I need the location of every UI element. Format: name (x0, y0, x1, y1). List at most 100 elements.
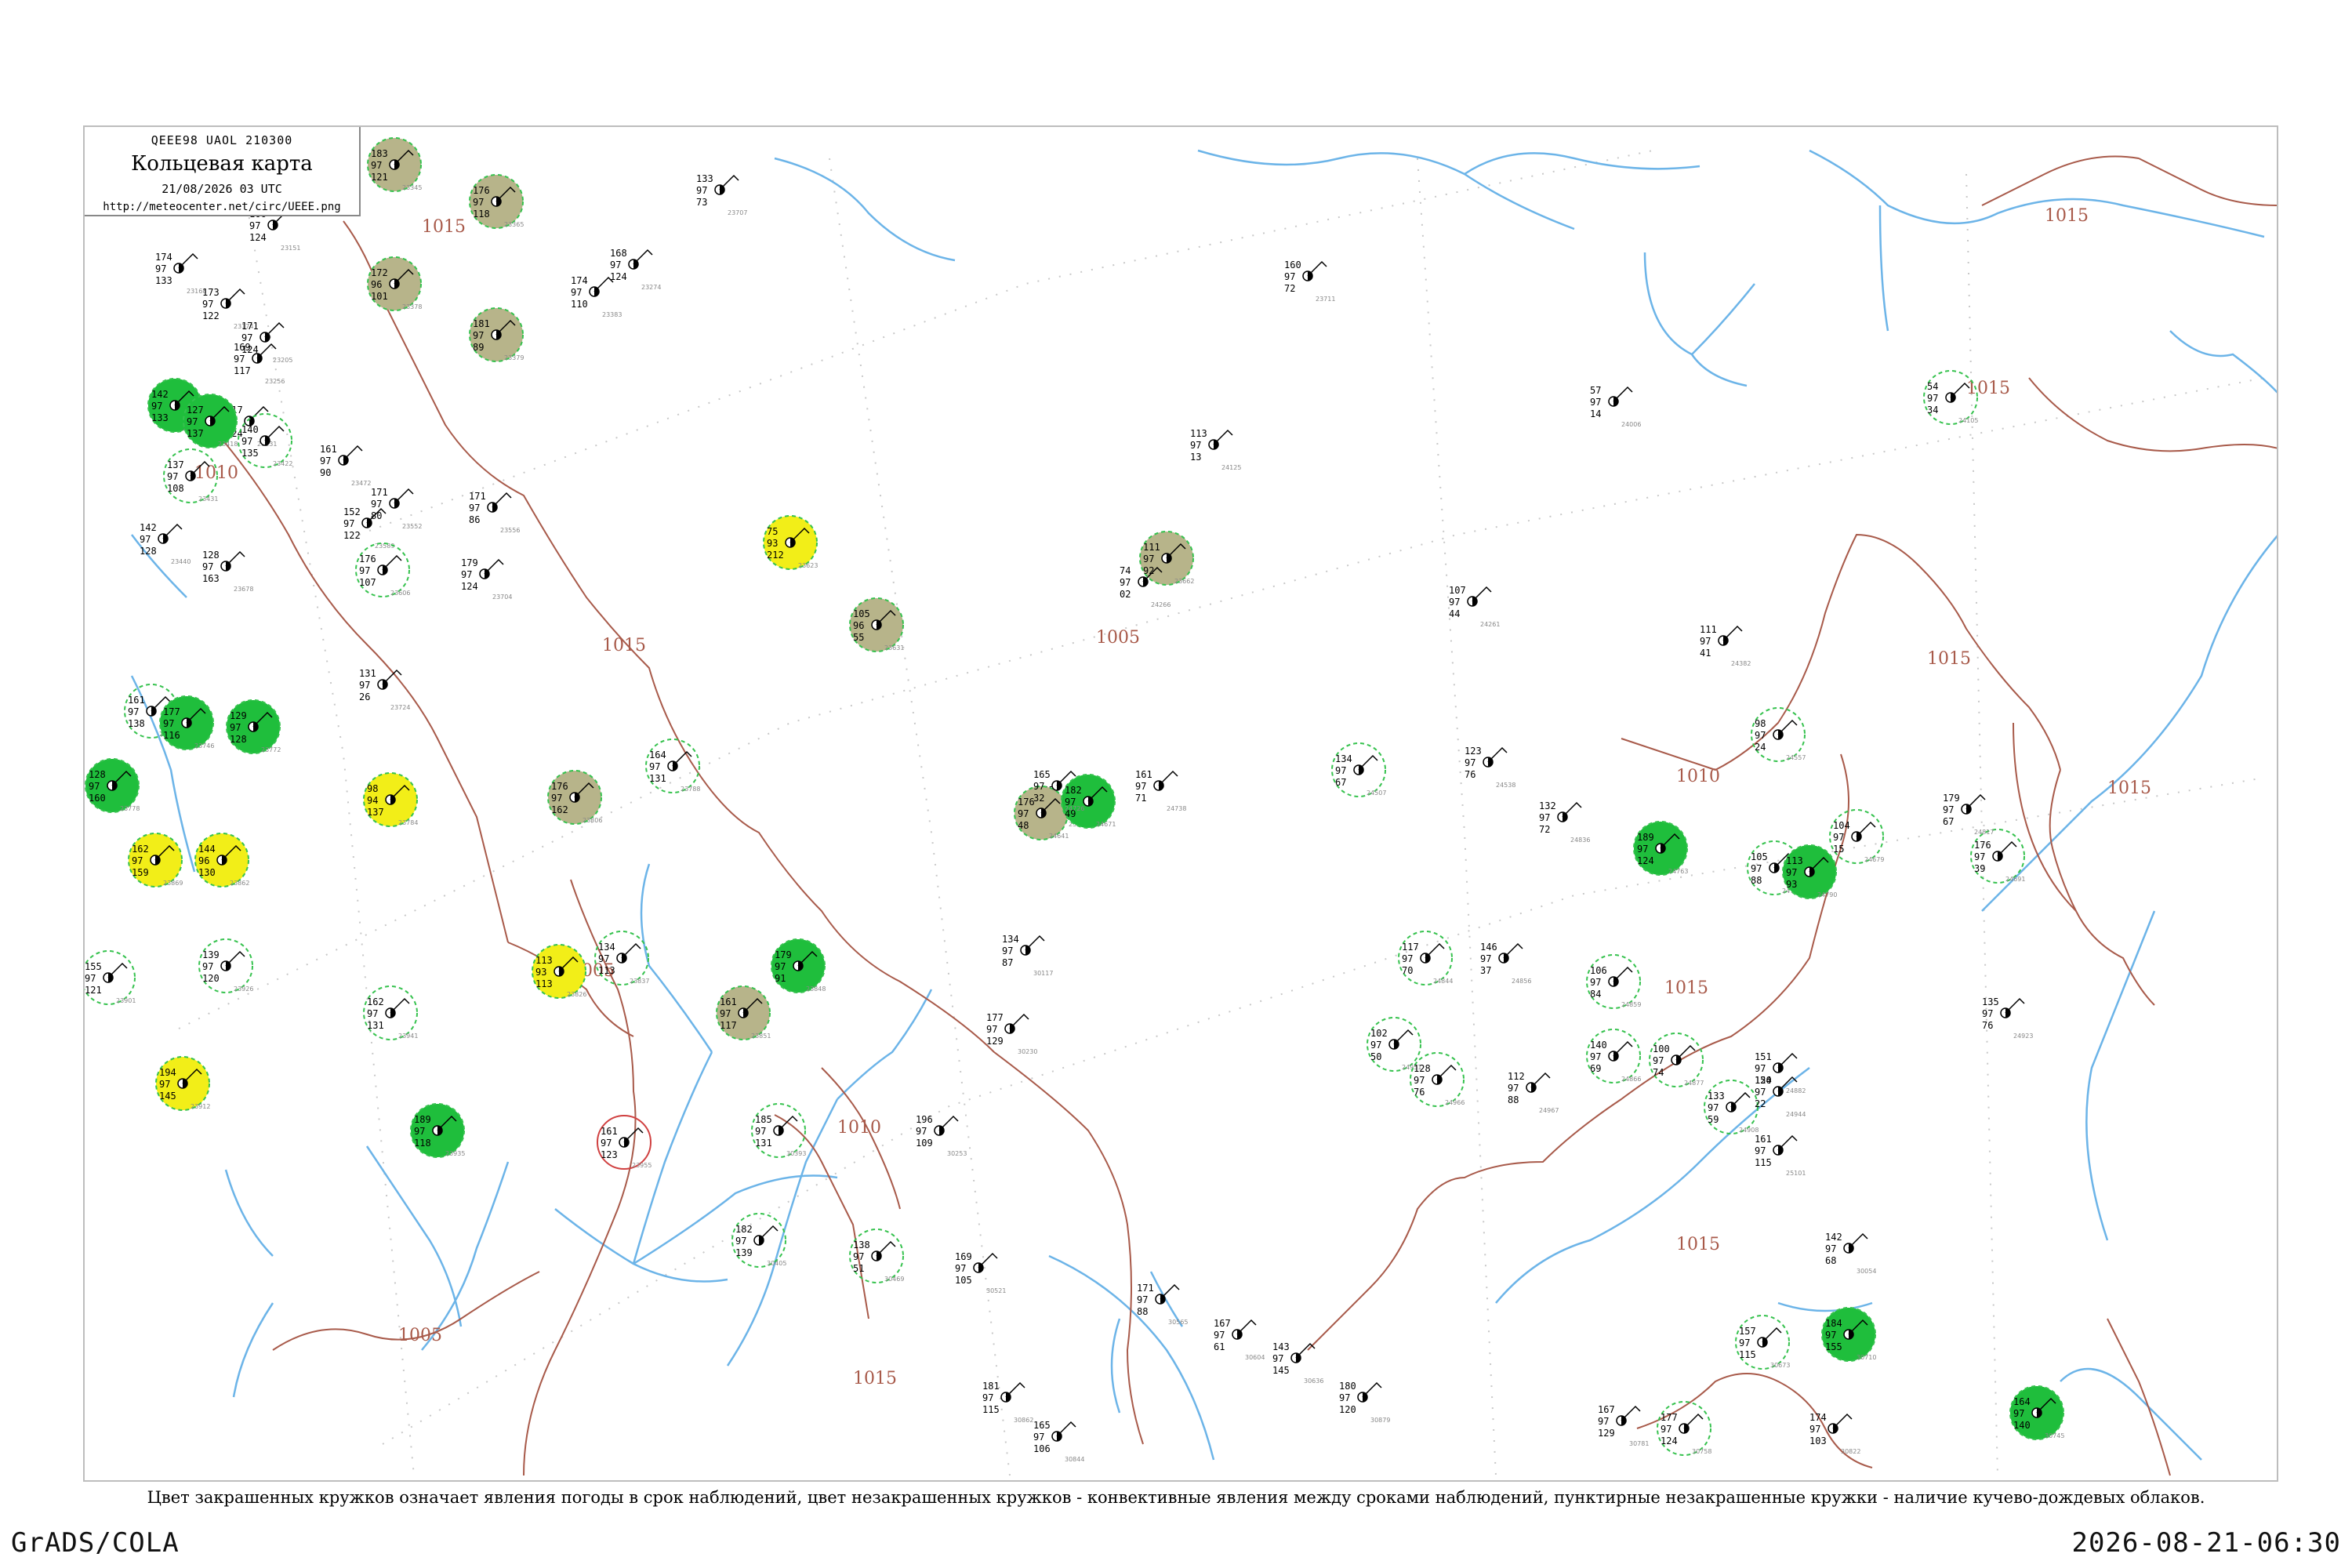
station-plot[interactable]: 17497103 30822 (1809, 1412, 1860, 1455)
station-plot[interactable]: 18497155 30710 (1821, 1307, 1876, 1362)
station-plot[interactable]: 17797129 30230 (986, 1012, 1037, 1055)
station-plot[interactable]: 1469737 24856 (1480, 942, 1531, 985)
station-plot[interactable]: 13997120 23926 (198, 938, 253, 993)
station-plot[interactable]: 16497140 30745 (2009, 1385, 2064, 1440)
station-value: 71 (1135, 793, 1146, 804)
station-plot[interactable]: 1389751 30469 (849, 1229, 904, 1283)
station-plot[interactable]: 17697162 23806 (547, 770, 602, 825)
station-plot[interactable]: 15597121 23901 (85, 950, 136, 1005)
station-plot[interactable]: 1139793 24790 (1782, 844, 1837, 899)
station-plot[interactable]: 18197115 30862 (982, 1381, 1033, 1424)
station-plot[interactable]: 17697118 23365 (469, 174, 524, 229)
station-index: 23862 (230, 880, 249, 887)
station-plot[interactable]: 15797115 30673 (1735, 1315, 1790, 1370)
station-value: 97 (89, 781, 100, 792)
station-value: 161 (1755, 1134, 1772, 1145)
station-plot[interactable]: 1339773 23707 (696, 173, 747, 216)
station-index: 23848 (806, 985, 826, 993)
station-plot[interactable]: 16197117 23851 (716, 985, 771, 1040)
station-plot[interactable]: 16597106 30844 (1033, 1420, 1084, 1463)
station-plot[interactable]: 1719780 23552 (371, 487, 422, 530)
station-plot[interactable]: 1679761 30604 (1214, 1318, 1265, 1361)
station-plot[interactable]: 1179770 24844 (1398, 931, 1453, 985)
station-plot[interactable]: 1319726 23724 (359, 668, 410, 711)
station-value: 145 (159, 1091, 176, 1102)
station-value: 97 (1598, 1416, 1609, 1427)
map-url[interactable]: http://meteocenter.net/circ/UEEE.png (85, 201, 359, 213)
station-plot[interactable]: 989724 24557 (1751, 707, 1806, 762)
station-plot[interactable]: 12997128 23772 (226, 699, 281, 754)
station-plot[interactable]: 14397145 30636 (1272, 1341, 1323, 1385)
station-plot[interactable]: 16197123 23955 (597, 1115, 652, 1170)
station-plot[interactable]: 1619790 23472 (320, 444, 371, 487)
station-index: 23851 (751, 1033, 771, 1040)
station-plot[interactable]: 1749713323168 (155, 252, 206, 295)
station-plot[interactable]: 14297128 23440 (140, 522, 191, 565)
station-plot[interactable]: 1349787 30117 (1002, 934, 1053, 977)
station-value: 176 (1974, 840, 1991, 851)
station-plot[interactable]: 16797129 30781 (1598, 1404, 1649, 1447)
station-plot[interactable]: 17797124 30758 (1657, 1401, 1711, 1456)
station-plot[interactable]: 18097120 30879 (1339, 1381, 1390, 1424)
station-plot[interactable]: 1799767 24817 (1943, 793, 1994, 836)
station-plot[interactable]: 14496130 23862 (194, 833, 249, 887)
wind-barb (1158, 770, 1178, 786)
station-plot[interactable]: 1009774 24877 (1649, 1033, 1704, 1087)
station-plot[interactable]: 1509722 24944 (1755, 1075, 1806, 1118)
station-plot[interactable]: 19497145 23912 (155, 1056, 210, 1111)
station-plot[interactable]: 1609772 23711 (1284, 260, 1335, 303)
station-plot[interactable]: 1139713 24125 (1190, 428, 1241, 471)
station-plot[interactable]: 16897124 23274 (610, 248, 661, 291)
station-plot[interactable]: 17697107 23606 (355, 543, 410, 597)
station-plot[interactable]: 1409769 24866 (1586, 1029, 1641, 1083)
station-plot[interactable]: 1119741 24382 (1700, 624, 1751, 667)
station-plot[interactable]: 17797116 23746 (159, 695, 214, 750)
station-plot[interactable]: 1129788 24967 (1508, 1071, 1559, 1114)
station-plot[interactable]: 1339759 24908 (1704, 1080, 1759, 1134)
station-plot[interactable]: 579714 24006 (1590, 385, 1641, 428)
station-plot[interactable]: 18397121 23345 (367, 137, 422, 192)
station-plot[interactable]: 11393113 23826 (532, 944, 586, 999)
station-plot[interactable]: 1239776 24538 (1465, 746, 1515, 789)
station-value: 67 (1335, 777, 1346, 788)
station-plot[interactable]: 16497131 23788 (645, 739, 700, 793)
station-plot[interactable]: 1429768 30054 (1825, 1232, 1876, 1275)
station-plot[interactable]: 182974924671 (1061, 774, 1116, 829)
station-value: 90 (320, 467, 331, 478)
station-value: 97 (151, 401, 162, 412)
station-plot[interactable]: 1719786 23556 (469, 491, 520, 534)
station-plot[interactable]: 17997124 23704 (461, 557, 512, 601)
station-plot[interactable]: 18997124 24763 (1633, 821, 1688, 876)
station-value: 97 (1974, 851, 1985, 862)
station-plot[interactable]: 9894137 23784 (363, 772, 418, 827)
station-plot[interactable]: 18997118 23935 (410, 1103, 465, 1158)
station-plot[interactable]: 12797137 23418 (183, 394, 238, 448)
station-plot[interactable]: 1349767 24507 (1331, 742, 1386, 797)
station-value: 76 (1465, 769, 1475, 780)
station-plot[interactable]: 1079744 24261 (1449, 585, 1500, 628)
station-plot[interactable]: 12897163 23678 (202, 550, 253, 593)
station-plot[interactable]: 16997105 30521 (955, 1251, 1006, 1294)
station-plot[interactable]: 19697109 30253 (916, 1114, 967, 1157)
station-plot[interactable]: 12897160 23778 (85, 758, 140, 813)
station-value: 97 (202, 299, 213, 310)
station-plot[interactable]: 7593212 23623 (763, 515, 818, 570)
station-plot[interactable]: 18297139 30405 (731, 1213, 786, 1268)
station-plot[interactable]: 1359776 24923 (1982, 996, 2033, 1040)
station-value: 134 (598, 942, 615, 953)
station-plot[interactable]: 17296101 23378 (367, 256, 422, 311)
station-plot[interactable]: 1069784 24859 (1586, 954, 1641, 1009)
station-plot[interactable]: 1329772 24836 (1539, 800, 1590, 844)
station-index: 24266 (1151, 601, 1171, 608)
station-plot[interactable]: 1799791 23848 (771, 938, 826, 993)
station-index: 30673 (1770, 1362, 1790, 1369)
station-index: 30781 (1629, 1440, 1649, 1447)
station-plot[interactable]: 16297131 23941 (363, 985, 418, 1040)
station-plot[interactable]: 16197115 25101 (1755, 1134, 1806, 1177)
station-plot[interactable]: 1719788 30565 (1137, 1283, 1188, 1326)
station-plot[interactable]: 1819789 23379 (469, 307, 524, 362)
station-plot[interactable]: 1289776 24966 (1410, 1052, 1465, 1107)
station-plot[interactable]: 1619771 24738 (1135, 769, 1186, 812)
station-plot[interactable]: 16297159 23869 (128, 833, 183, 887)
station-plot[interactable]: 1059655 23631 (849, 597, 904, 652)
